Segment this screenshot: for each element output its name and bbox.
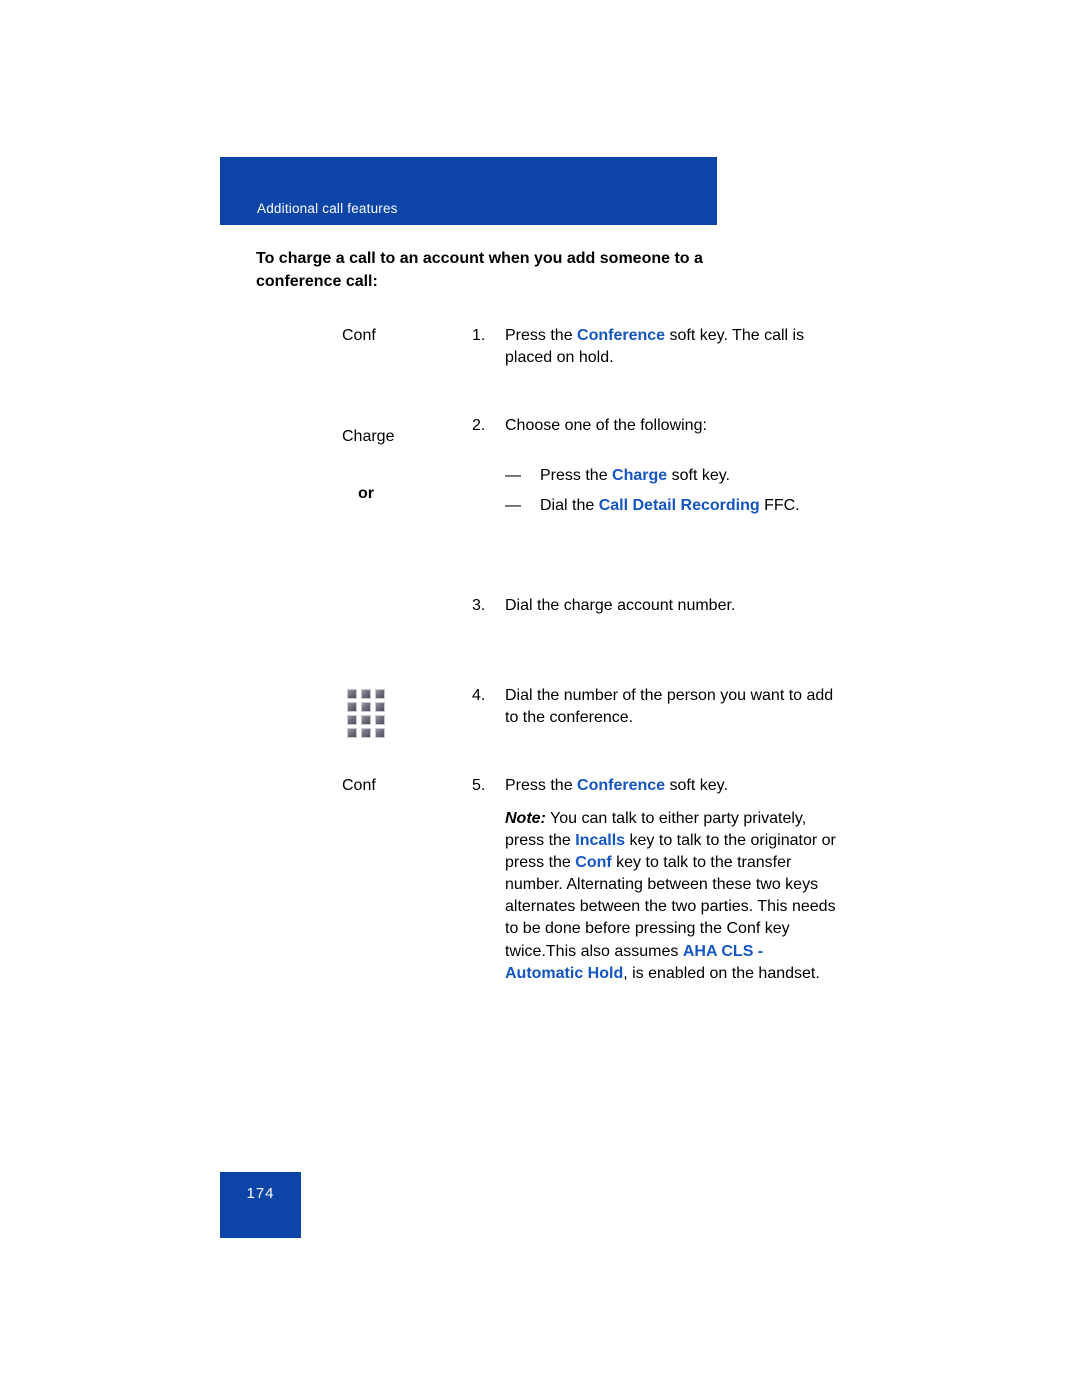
dialpad-key [361, 728, 371, 738]
step-number: 5. [472, 777, 486, 794]
sub-item-segment: Dial the [540, 497, 599, 515]
step-text-segment: Dial the charge account number. [505, 597, 736, 614]
dialpad-key [347, 715, 357, 725]
step-row: 3. Dial the charge account number. [256, 595, 876, 685]
dialpad-key [361, 689, 371, 699]
dialpad-key [347, 728, 357, 738]
em-dash-bullet: — [505, 497, 521, 515]
step-key-label-conf: Conf [342, 777, 376, 794]
dialpad-key [375, 728, 385, 738]
step-number: 1. [472, 327, 486, 344]
dialpad-key [347, 702, 357, 712]
dialpad-icon [347, 689, 385, 738]
dialpad-key [375, 715, 385, 725]
keyword-conference: Conference [577, 327, 666, 344]
step-note: Note: You can talk to either party priva… [505, 808, 840, 985]
dialpad-key [361, 702, 371, 712]
step-number: 4. [472, 687, 486, 704]
header-banner-title: Additional call features [257, 201, 398, 216]
sub-item-segment: soft key. [667, 467, 730, 485]
sub-list-item: — Press the Charge soft key. [505, 465, 865, 487]
document-page: Additional call features To charge a cal… [0, 0, 1080, 1397]
step-text-segment: Dial the number of the person you want t… [505, 687, 834, 727]
step-intro-text: Choose one of the following: [505, 417, 707, 434]
step-key-label-conf: Conf [342, 327, 376, 344]
dialpad-key [347, 689, 357, 699]
step-row: Charge or 2. Choose one of the following… [256, 415, 876, 595]
step-row: 4. Dial the number of the person you wan… [256, 685, 876, 775]
step-intro-text: Press the Conference soft key. [505, 775, 840, 797]
step-number: 2. [472, 417, 486, 434]
step-text: Press the Conference soft key. Note: You… [505, 775, 840, 985]
dialpad-key [361, 715, 371, 725]
step-text-segment: soft key. [665, 777, 728, 794]
dialpad-key [375, 702, 385, 712]
step-text: Choose one of the following: — Press the … [505, 415, 865, 517]
step-text-segment: Press the [505, 327, 578, 344]
page-header-banner: Additional call features [220, 157, 717, 225]
note-segment: , is enabled on the handset. [623, 964, 820, 982]
step-sub-list: — Press the Charge soft key. — Dial the Ca… [505, 465, 865, 517]
sub-item-segment: Press the [540, 467, 613, 485]
section-heading: To charge a call to an account when you … [256, 250, 703, 290]
keyword-incalls: Incalls [575, 832, 626, 850]
dialpad-key [375, 689, 385, 699]
step-text: Press the Conference soft key. The call … [505, 325, 845, 369]
sub-list-item: — Dial the Call Detail Recording FFC. [505, 495, 865, 517]
step-key-label-charge: Charge [342, 428, 395, 445]
keyword-conference: Conference [577, 777, 666, 794]
note-label: Note: [505, 810, 546, 828]
step-text-segment: Press the [505, 777, 578, 794]
step-number: 3. [472, 597, 486, 614]
page-number: 174 [246, 1185, 275, 1202]
step-row: Conf 5. Press the Conference soft key. N… [256, 775, 876, 1035]
step-text: Dial the charge account number. [505, 595, 865, 617]
page-number-box: 174 [220, 1172, 301, 1238]
procedure-steps: Conf 1. Press the Conference soft key. T… [256, 325, 876, 1035]
keyword-call-detail-recording: Call Detail Recording [598, 497, 760, 515]
keyword-conf: Conf [575, 854, 612, 872]
step-text: Dial the number of the person you want t… [505, 685, 845, 729]
sub-item-segment: FFC. [759, 497, 800, 515]
step-alternative-or-label: or [358, 485, 374, 502]
keyword-charge: Charge [612, 467, 668, 485]
em-dash-bullet: — [505, 467, 521, 485]
step-row: Conf 1. Press the Conference soft key. T… [256, 325, 876, 415]
